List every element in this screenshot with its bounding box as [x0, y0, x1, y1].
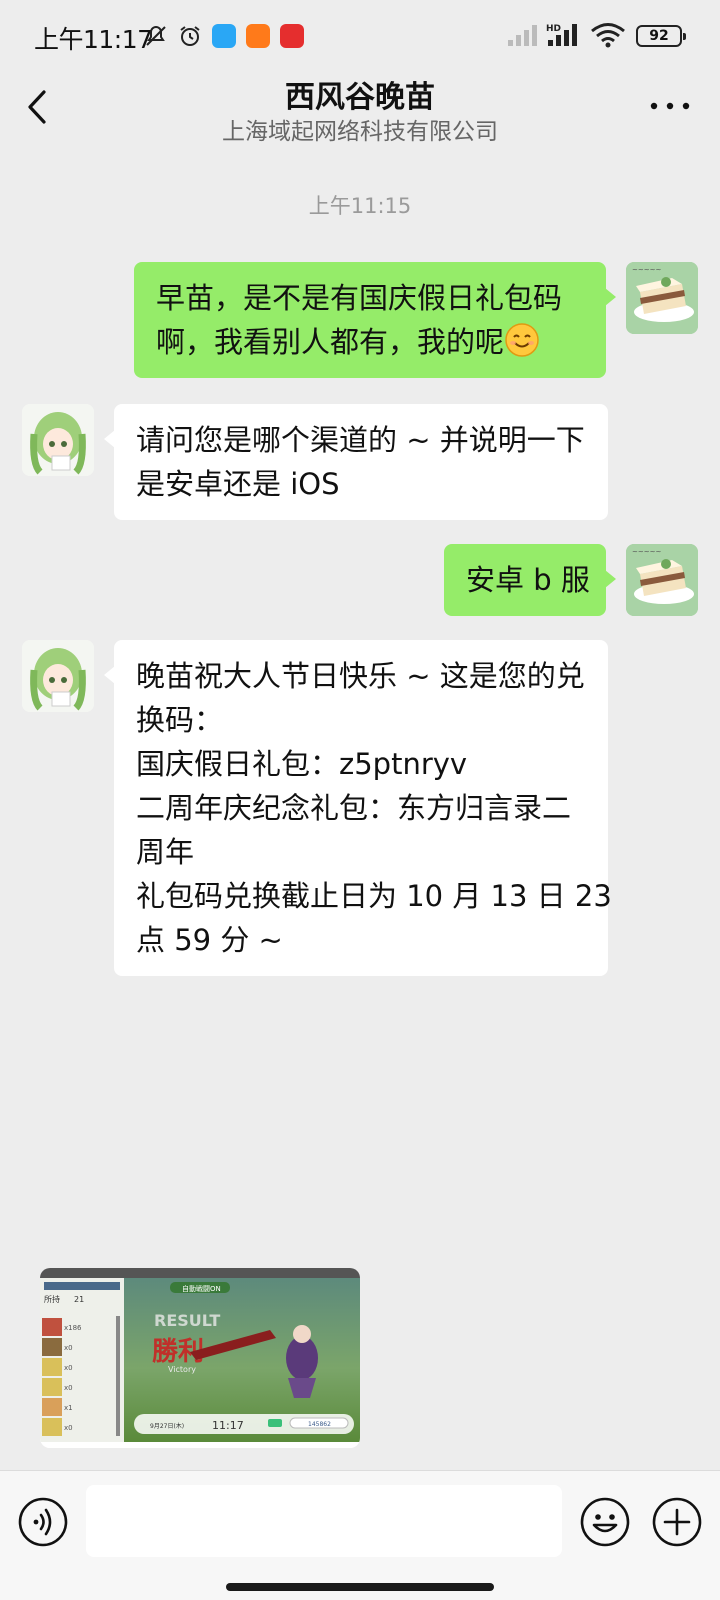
item-count: x1	[64, 1404, 73, 1412]
game-score: 145862	[308, 1421, 331, 1428]
message-line: 是安卓还是 iOS	[136, 467, 340, 501]
message-line: 换码：	[136, 703, 224, 737]
message-line: 点 59 分 ~	[136, 923, 283, 957]
signal-strength-hd-icon: HD	[546, 24, 577, 46]
contact-avatar[interactable]	[22, 404, 94, 476]
add-attachment-button[interactable]	[652, 1497, 702, 1547]
screenshot-thumbnail[interactable]: 所持 21 x186 x0 x0 x0 x1 x0 自動戦闘ON RESULT …	[40, 1268, 360, 1448]
game-time: 11:17	[212, 1419, 244, 1432]
item-count: x0	[64, 1364, 73, 1372]
status-bar: 上午11:17 HD 92	[0, 0, 720, 72]
message-line: 周年	[136, 835, 195, 869]
emoji-button[interactable]	[580, 1497, 630, 1547]
message-line-text: 啊，我看别人都有，我的呢	[156, 325, 505, 359]
message-line: 请问您是哪个渠道的 ~ 并说明一下	[136, 423, 585, 457]
message-bubble-outgoing[interactable]: 安卓 b 服	[444, 544, 616, 616]
game-screenshot-preview: 所持 21 x186 x0 x0 x0 x1 x0 自動戦闘ON RESULT …	[40, 1268, 360, 1448]
item-count: x0	[64, 1384, 73, 1392]
item-count: x0	[64, 1344, 73, 1352]
signal-strength-icon	[508, 25, 537, 46]
svg-text:~~~~~: ~~~~~	[632, 266, 661, 274]
message-bubble-outgoing[interactable]: 早苗，是不是有国庆假日礼包码 啊，我看别人都有，我的呢	[134, 262, 616, 378]
shopping-app-icon	[246, 24, 270, 48]
victory-subtext: Victory	[168, 1365, 196, 1374]
anime-girl-avatar-icon	[22, 404, 94, 476]
home-indicator[interactable]	[226, 1583, 494, 1591]
contact-name[interactable]: 西风谷晚苗	[0, 72, 720, 116]
auto-battle-badge: 自動戦闘ON	[182, 1284, 221, 1293]
svg-text:~~~~~: ~~~~~	[632, 548, 661, 556]
battery-indicator: 92	[636, 25, 686, 47]
message-line: 安卓 b 服	[466, 563, 590, 597]
message-bubble-incoming[interactable]: 晚苗祝大人节日快乐 ~ 这是您的兑 换码： 国庆假日礼包：z5ptnryv 二周…	[104, 640, 612, 976]
cake-avatar-icon: ~~~~~	[626, 262, 698, 334]
anime-girl-avatar-icon	[22, 640, 94, 712]
item-count: x0	[64, 1424, 73, 1432]
contact-company: 上海域起网络科技有限公司	[222, 119, 498, 145]
message-timestamp: 上午11:15	[308, 194, 412, 218]
contact-avatar[interactable]	[22, 640, 94, 712]
message-bubble-incoming[interactable]: 请问您是哪个渠道的 ~ 并说明一下 是安卓还是 iOS	[104, 404, 608, 520]
more-options-button[interactable]	[648, 98, 692, 114]
wifi-icon	[591, 23, 625, 48]
chat-header: 西风谷晚苗 上海域起网络科技有限公司	[0, 72, 720, 150]
game-date: 9月27日(木)	[150, 1422, 184, 1430]
alarm-icon	[180, 26, 200, 46]
smiling-face-emoji-icon	[505, 323, 539, 357]
result-text: RESULT	[154, 1311, 220, 1330]
status-time: 上午11:17	[34, 25, 153, 54]
message-line: 早苗，是不是有国庆假日礼包码	[156, 281, 563, 315]
hd-label: HD	[546, 24, 561, 34]
message-line: 二周年庆纪念礼包：东方归言录二	[136, 791, 572, 825]
my-avatar[interactable]: ~~~~~	[626, 544, 698, 616]
currency-count: 21	[74, 1295, 84, 1304]
message-line: 国庆假日礼包：z5ptnryv	[136, 747, 468, 781]
voice-input-button[interactable]	[18, 1497, 68, 1547]
message-input-bar	[0, 1470, 720, 1600]
my-avatar[interactable]: ~~~~~	[626, 262, 698, 334]
message-line: 晚苗祝大人节日快乐 ~ 这是您的兑	[136, 659, 585, 693]
svg-text:所持: 所持	[44, 1294, 60, 1304]
cake-avatar-icon: ~~~~~	[626, 544, 698, 616]
news-app-icon	[280, 24, 304, 48]
item-count: x186	[64, 1324, 82, 1332]
message-line: 啊，我看别人都有，我的呢	[156, 320, 584, 364]
message-input[interactable]	[86, 1485, 562, 1557]
mute-notification-icon	[146, 25, 166, 46]
message-line: 礼包码兑换截止日为 10 月 13 日 23	[136, 879, 612, 913]
app-notification-icon	[212, 24, 236, 48]
